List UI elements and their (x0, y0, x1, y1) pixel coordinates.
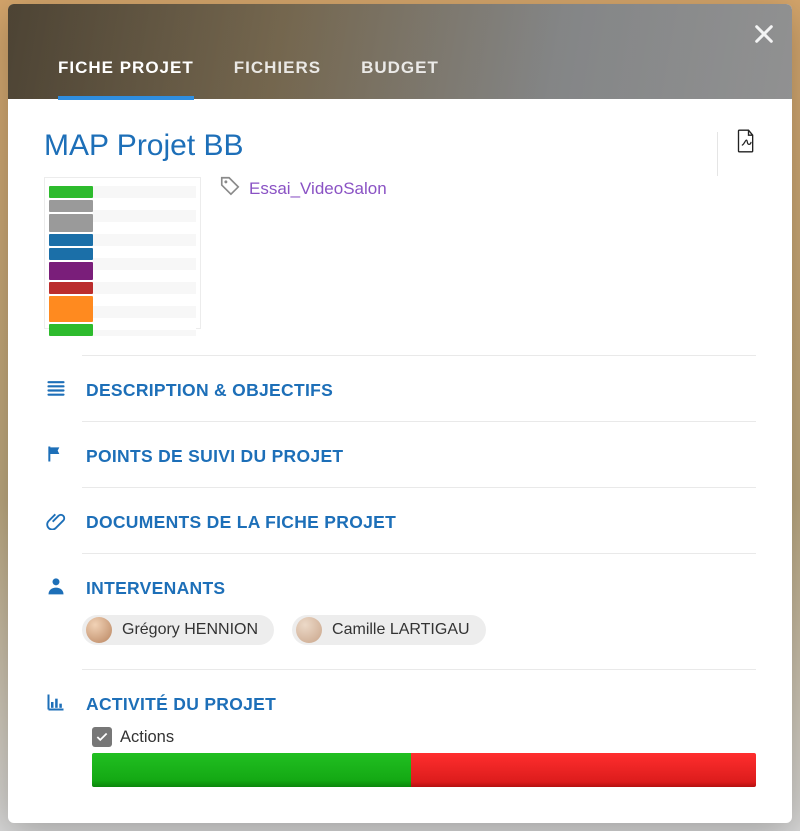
actions-checkbox[interactable]: Actions (92, 727, 756, 747)
export-pdf-button[interactable] (736, 129, 756, 158)
project-thumbnail[interactable] (44, 177, 201, 329)
modal-tabs: FICHE PROJET FICHIERS BUDGET (58, 58, 439, 99)
divider (82, 669, 756, 670)
project-tag-label: Essai_VideoSalon (249, 179, 387, 199)
section-activite[interactable]: ACTIVITÉ DU PROJET (44, 692, 756, 727)
section-points-suivi[interactable]: POINTS DE SUIVI DU PROJET (44, 444, 756, 487)
avatar (296, 617, 322, 643)
close-button[interactable] (750, 20, 778, 48)
file-pdf-icon (736, 129, 756, 153)
section-documents[interactable]: DOCUMENTS DE LA FICHE PROJET (44, 510, 756, 553)
checkbox-label: Actions (120, 728, 174, 747)
intervenant-chip[interactable]: Grégory HENNION (82, 615, 274, 645)
intervenant-name: Grégory HENNION (122, 621, 258, 639)
divider (82, 355, 756, 356)
section-title: DOCUMENTS DE LA FICHE PROJET (86, 512, 396, 533)
activity-progress-bar (92, 753, 756, 787)
section-title: POINTS DE SUIVI DU PROJET (86, 446, 343, 467)
section-title: INTERVENANTS (86, 578, 225, 599)
tab-budget[interactable]: BUDGET (361, 58, 439, 99)
section-description[interactable]: DESCRIPTION & OBJECTIFS (44, 378, 756, 421)
bar-chart-icon (44, 692, 68, 717)
activity-bar-green (92, 753, 411, 787)
tag-icon (219, 175, 241, 202)
flag-icon (44, 444, 68, 469)
project-title: MAP Projet BB (44, 129, 244, 163)
modal-header: FICHE PROJET FICHIERS BUDGET (8, 4, 792, 99)
intervenant-name: Camille LARTIGAU (332, 621, 470, 639)
project-tag[interactable]: Essai_VideoSalon (219, 175, 387, 202)
tab-fichiers[interactable]: FICHIERS (234, 58, 321, 99)
list-icon (44, 378, 68, 403)
intervenant-chip[interactable]: Camille LARTIGAU (292, 615, 486, 645)
avatar (86, 617, 112, 643)
user-icon (44, 576, 68, 601)
title-divider (717, 132, 718, 176)
tab-fiche-projet[interactable]: FICHE PROJET (58, 58, 194, 100)
section-title: DESCRIPTION & OBJECTIFS (86, 380, 333, 401)
checkbox-checked-icon (92, 727, 112, 747)
project-modal: FICHE PROJET FICHIERS BUDGET MAP Projet … (8, 4, 792, 823)
divider (82, 421, 756, 422)
close-icon (753, 23, 775, 45)
paperclip-icon (44, 510, 68, 535)
divider (82, 487, 756, 488)
intervenants-list: Grégory HENNION Camille LARTIGAU (82, 615, 756, 645)
divider (82, 553, 756, 554)
section-intervenants[interactable]: INTERVENANTS (44, 576, 756, 615)
section-title: ACTIVITÉ DU PROJET (86, 694, 276, 715)
modal-body: MAP Projet BB (8, 99, 792, 823)
activity-bar-red (411, 753, 756, 787)
